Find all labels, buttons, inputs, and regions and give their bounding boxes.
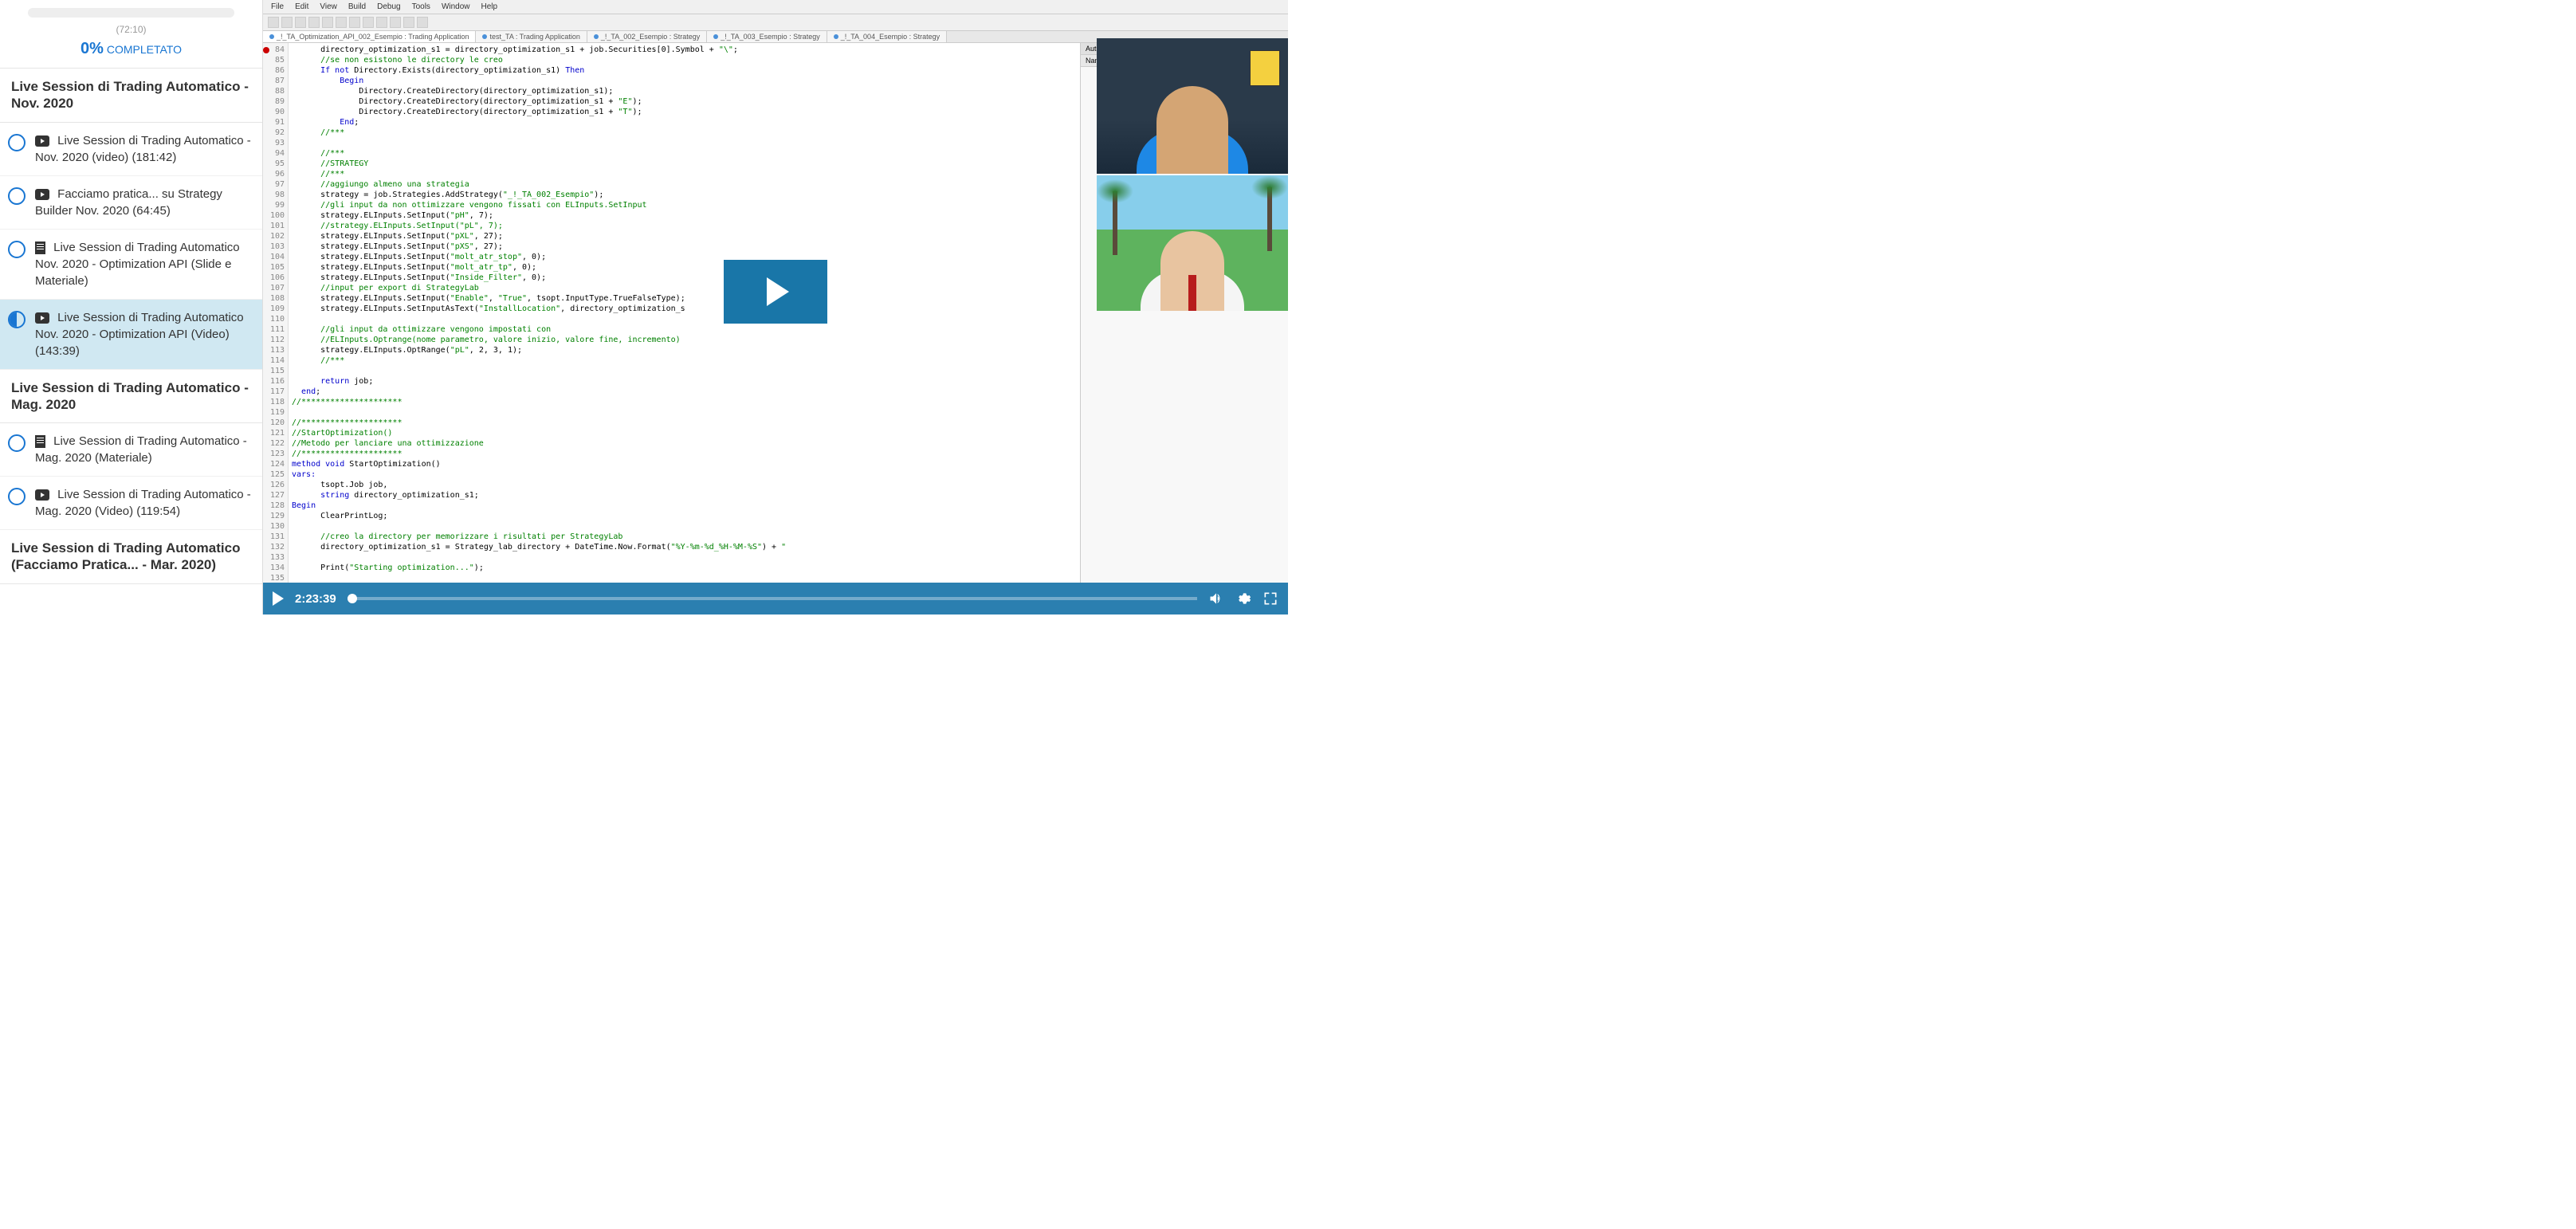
section-header[interactable]: Live Session di Trading Automatico (Facc…: [0, 530, 262, 584]
editor-tab: _!_TA_004_Esempio : Strategy: [827, 31, 947, 42]
completion-circle-icon: [8, 187, 26, 205]
webcam-presenter-2: [1097, 175, 1288, 311]
volume-icon[interactable]: [1208, 591, 1224, 607]
completion-circle-icon: [8, 434, 26, 452]
lesson-label: Live Session di Trading Automatico Nov. …: [35, 239, 251, 289]
lesson-label: Live Session di Trading Automatico - Nov…: [35, 132, 251, 166]
video-controls: 2:23:39: [263, 583, 1288, 614]
lesson-item[interactable]: Live Session di Trading Automatico - Nov…: [0, 123, 262, 176]
menu-item: Help: [481, 2, 498, 11]
completion-circle-icon: [8, 311, 26, 328]
progress-section: (72:10) 0% COMPLETATO: [0, 0, 262, 69]
section-header[interactable]: Live Session di Trading Automatico - Nov…: [0, 69, 262, 123]
menu-item: View: [320, 2, 337, 11]
ide-toolbar: [263, 14, 1288, 31]
section-header[interactable]: Live Session di Trading Automatico - Mag…: [0, 370, 262, 424]
ide-menubar: File Edit View Build Debug Tools Window Help: [263, 0, 1288, 14]
video-icon: [35, 489, 49, 501]
menu-item: Debug: [377, 2, 400, 11]
play-overlay-button[interactable]: [724, 260, 827, 324]
progress-label: 0% COMPLETATO: [12, 40, 250, 58]
seek-bar[interactable]: [348, 597, 1197, 600]
lesson-label: Facciamo pratica... su Strategy Builder …: [35, 186, 251, 219]
editor-tab: _!_TA_003_Esempio : Strategy: [707, 31, 827, 42]
lesson-item[interactable]: Live Session di Trading Automatico - Mag…: [0, 477, 262, 530]
menu-item: Window: [442, 2, 470, 11]
lesson-label: Live Session di Trading Automatico Nov. …: [35, 309, 251, 359]
video-area: File Edit View Build Debug Tools Window Help _!…: [263, 0, 1288, 614]
document-icon: [35, 241, 45, 254]
play-button[interactable]: [273, 591, 284, 606]
completion-circle-icon: [8, 241, 26, 258]
code-content: directory_optimization_s1 = directory_op…: [289, 43, 1080, 583]
lesson-label: Live Session di Trading Automatico - Mag…: [35, 433, 251, 466]
editor-tab: _!_TA_002_Esempio : Strategy: [587, 31, 707, 42]
document-icon: [35, 435, 45, 448]
line-gutter: 8485868788899091929394959697989910010110…: [263, 43, 289, 583]
menu-item: Tools: [412, 2, 430, 11]
menu-item: File: [271, 2, 284, 11]
completion-circle-icon: [8, 134, 26, 151]
code-editor: 8485868788899091929394959697989910010110…: [263, 43, 1081, 583]
lesson-item[interactable]: Live Session di Trading Automatico Nov. …: [0, 230, 262, 300]
current-time: 2:23:39: [295, 592, 336, 606]
video-icon: [35, 189, 49, 200]
editor-tab: _!_TA_Optimization_API_002_Esempio : Tra…: [263, 31, 476, 42]
webcam-presenter-1: [1097, 38, 1288, 174]
menu-item: Edit: [295, 2, 308, 11]
video-icon: [35, 135, 49, 147]
progress-time: (72:10): [12, 24, 250, 35]
fullscreen-icon[interactable]: [1262, 591, 1278, 607]
lesson-item[interactable]: Facciamo pratica... su Strategy Builder …: [0, 176, 262, 230]
completion-circle-icon: [8, 488, 26, 505]
video-frame[interactable]: File Edit View Build Debug Tools Window Help _!…: [263, 0, 1288, 583]
course-sidebar[interactable]: (72:10) 0% COMPLETATO Live Session di Tr…: [0, 0, 263, 614]
editor-tab: test_TA : Trading Application: [476, 31, 587, 42]
menu-item: Build: [348, 2, 366, 11]
progress-bar: [28, 8, 234, 18]
lesson-label: Live Session di Trading Automatico - Mag…: [35, 486, 251, 520]
lesson-item[interactable]: Live Session di Trading Automatico - Mag…: [0, 423, 262, 477]
video-icon: [35, 312, 49, 324]
lesson-item[interactable]: Live Session di Trading Automatico Nov. …: [0, 300, 262, 370]
webcam-pips: [1097, 38, 1288, 312]
settings-icon[interactable]: [1235, 591, 1251, 607]
